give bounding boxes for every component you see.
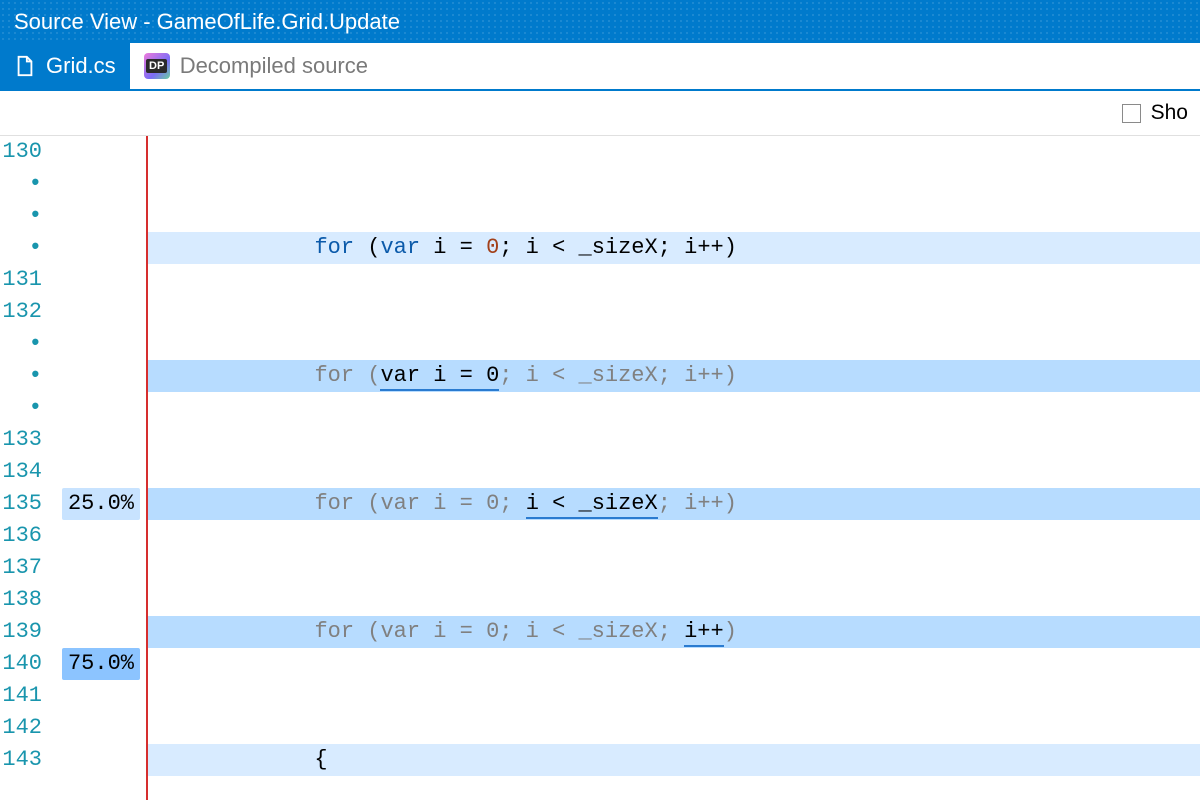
tabstrip: Grid.cs DP Decompiled source — [0, 43, 1200, 91]
line-number: • — [0, 392, 42, 424]
line-number: • — [0, 168, 42, 200]
line-number: • — [0, 232, 42, 264]
coverage-pct: 75.0% — [62, 648, 140, 680]
tab-grid-cs[interactable]: Grid.cs — [0, 43, 130, 89]
line-number: 142 — [0, 712, 42, 744]
coverage-pct: 25.0% — [62, 488, 140, 520]
line-number: 133 — [0, 424, 42, 456]
file-icon — [14, 55, 36, 77]
line-number: • — [0, 200, 42, 232]
show-label: Sho — [1151, 101, 1188, 125]
line-number: 138 — [0, 584, 42, 616]
dottrace-icon: DP — [144, 53, 170, 79]
line-number: 136 — [0, 520, 42, 552]
tab-label: Grid.cs — [46, 53, 116, 79]
line-number: 140 — [0, 648, 42, 680]
line-number: 135 — [0, 488, 42, 520]
code-row: { — [148, 744, 1200, 776]
line-number: 131 — [0, 264, 42, 296]
code-row: for (var i = 0; i < _sizeX; i++) — [148, 616, 1200, 648]
code-row: for (var i = 0; i < _sizeX; i++) — [148, 488, 1200, 520]
line-number: 141 — [0, 680, 42, 712]
line-number: 130 — [0, 136, 42, 168]
line-number: 137 — [0, 552, 42, 584]
line-number: 134 — [0, 456, 42, 488]
line-number: • — [0, 360, 42, 392]
window-title: Source View - GameOfLife.Grid.Update — [14, 9, 400, 35]
tab-decompiled[interactable]: DP Decompiled source — [130, 43, 382, 89]
tab-label: Decompiled source — [180, 53, 368, 79]
line-number-gutter: 130 • • • 131 132 • • • 133 134 135 136 … — [0, 136, 46, 800]
line-number: 139 — [0, 616, 42, 648]
options-bar: Sho — [0, 91, 1200, 136]
code-lines[interactable]: for (var i = 0; i < _sizeX; i++) for (va… — [146, 136, 1200, 800]
code-area: 130 • • • 131 132 • • • 133 134 135 136 … — [0, 136, 1200, 800]
show-checkbox[interactable] — [1122, 104, 1141, 123]
code-row: for (var i = 0; i < _sizeX; i++) — [148, 232, 1200, 264]
code-row: for (var i = 0; i < _sizeX; i++) — [148, 360, 1200, 392]
line-number: 143 — [0, 744, 42, 776]
titlebar: Source View - GameOfLife.Grid.Update — [0, 0, 1200, 43]
coverage-column: 25.0% 75.0% — [46, 136, 146, 800]
line-number: • — [0, 328, 42, 360]
line-number: 132 — [0, 296, 42, 328]
